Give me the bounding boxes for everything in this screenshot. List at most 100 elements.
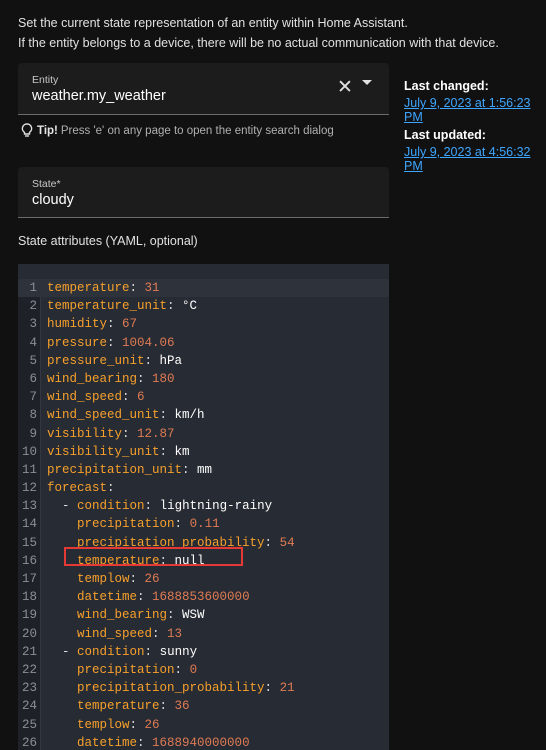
intro-text: Set the current state representation of …: [18, 13, 499, 53]
line-number: 20: [21, 626, 37, 641]
code-line[interactable]: 18 datetime: 1688853600000: [18, 588, 389, 606]
code-line[interactable]: 11 precipitation_unit: mm: [18, 461, 389, 479]
code-text: precipitation_unit: mm: [47, 462, 213, 477]
code-line[interactable]: 5 pressure_unit: hPa: [18, 352, 389, 370]
lightbulb-icon: [21, 123, 33, 137]
code-text: precipitation_probability: 21: [77, 681, 295, 696]
code-text: temperature_unit: °C: [47, 299, 198, 314]
line-number: 3: [29, 317, 37, 332]
code-text: - condition: lightning-rainy: [62, 499, 273, 514]
yaml-editor[interactable]: 1 temperature: 31 2 temperature_unit: °C 3 hu…: [18, 264, 389, 750]
code-text: precipitation: 0: [77, 662, 198, 677]
line-number: 17: [21, 572, 37, 586]
line-number: 16: [21, 553, 37, 568]
code-line[interactable]: 26 datetime: 1688940000000: [18, 734, 389, 750]
line-number: 1: [29, 281, 37, 295]
entity-label: Entity: [32, 74, 59, 86]
line-number: 2: [29, 299, 37, 314]
line-number: 26: [21, 735, 37, 750]
line-number: 13: [21, 499, 37, 514]
line-number: 12: [21, 481, 37, 496]
code-text: templow: 26: [77, 572, 160, 586]
attributes-label: State attributes (YAML, optional): [18, 234, 198, 248]
code-line[interactable]: 13 - condition: lightning-rainy: [18, 497, 389, 515]
line-number: 15: [21, 535, 37, 550]
code-text: precipitation: 0.11: [77, 517, 220, 532]
code-line[interactable]: 8 wind_speed_unit: km/h: [18, 406, 389, 424]
last-changed-label: Last changed:: [404, 79, 489, 93]
code-text: templow: 26: [77, 717, 160, 732]
last-changed-link[interactable]: July 9, 2023 at 1:56:23 PM: [404, 96, 546, 124]
line-number: 24: [21, 699, 37, 714]
code-text: temperature: 36: [77, 699, 190, 714]
code-line[interactable]: 24 temperature: 36: [18, 697, 389, 715]
code-line[interactable]: 23 precipitation_probability: 21: [18, 679, 389, 697]
line-number: 8: [29, 408, 37, 423]
code-line[interactable]: 22 precipitation: 0: [18, 661, 389, 679]
code-text: wind_speed: 13: [77, 626, 183, 641]
line-number: 18: [21, 590, 37, 605]
intro-line-2: If the entity belongs to a device, there…: [18, 36, 499, 50]
code-text: temperature: null: [77, 553, 205, 568]
line-number: 4: [29, 335, 37, 350]
line-number: 14: [21, 517, 37, 532]
code-line[interactable]: 9 visibility: 12.87: [18, 425, 389, 443]
code-line[interactable]: 16 temperature: null: [18, 552, 389, 570]
code-text: wind_bearing: 180: [47, 371, 175, 386]
code-text: datetime: 1688940000000: [77, 735, 250, 750]
line-number: 10: [21, 444, 37, 459]
line-number: 22: [21, 662, 37, 677]
line-number: 6: [29, 371, 37, 386]
code-line[interactable]: 25 templow: 26: [18, 716, 389, 734]
code-line[interactable]: 14 precipitation: 0.11: [18, 515, 389, 533]
code-line[interactable]: 12 forecast:: [18, 479, 389, 497]
code-line[interactable]: 6 wind_bearing: 180: [18, 370, 389, 388]
code-text: pressure: 1004.06: [47, 335, 175, 350]
state-value[interactable]: cloudy: [32, 192, 74, 208]
tip-text: Press 'e' on any page to open the entity…: [60, 124, 334, 137]
code-line[interactable]: 15 precipitation_probability: 54: [18, 534, 389, 552]
state-field[interactable]: State* cloudy: [18, 167, 389, 218]
code-text: precipitation_probability: 54: [77, 535, 295, 550]
code-text: temperature: 31: [47, 281, 160, 295]
last-updated-label: Last updated:: [404, 128, 486, 142]
code-lines[interactable]: 1 temperature: 31 2 temperature_unit: °C 3 hu…: [18, 279, 389, 750]
line-number: 23: [21, 681, 37, 696]
code-text: visibility_unit: km: [47, 444, 190, 459]
last-updated-link[interactable]: July 9, 2023 at 4:56:32 PM: [404, 145, 546, 173]
code-line[interactable]: 2 temperature_unit: °C: [18, 297, 389, 315]
code-line[interactable]: 10 visibility_unit: km: [18, 443, 389, 461]
line-number: 7: [29, 390, 37, 405]
code-text: visibility: 12.87: [47, 426, 175, 441]
code-text: - condition: sunny: [62, 644, 198, 659]
code-text: humidity: 67: [47, 317, 138, 332]
code-line[interactable]: 1 temperature: 31: [18, 279, 389, 298]
code-line[interactable]: 7 wind_speed: 6: [18, 388, 389, 406]
code-line[interactable]: 4 pressure: 1004.06: [18, 334, 389, 352]
state-label: State*: [32, 178, 61, 190]
last-changed: Last changed: July 9, 2023 at 1:56:23 PM: [404, 79, 546, 124]
code-text: pressure_unit: hPa: [47, 353, 183, 368]
code-line[interactable]: 21 - condition: sunny: [18, 643, 389, 661]
tip-label: Tip!: [37, 124, 58, 137]
line-number: 25: [21, 717, 37, 732]
intro-line-1: Set the current state representation of …: [18, 16, 408, 30]
clear-icon[interactable]: ✕: [337, 76, 353, 99]
line-number: 19: [21, 608, 37, 623]
line-number: 5: [29, 353, 37, 368]
code-line[interactable]: 19 wind_bearing: WSW: [18, 606, 389, 624]
tip-hint: Tip! Press 'e' on any page to open the e…: [21, 123, 334, 138]
code-line[interactable]: 20 wind_speed: 13: [18, 625, 389, 643]
line-number: 21: [21, 644, 37, 659]
code-text: wind_bearing: WSW: [77, 608, 205, 623]
entity-value[interactable]: weather.my_weather: [32, 88, 166, 104]
code-line[interactable]: 3 humidity: 67: [18, 315, 389, 333]
line-number: 9: [29, 426, 37, 441]
line-number: 11: [21, 462, 37, 477]
code-line[interactable]: 17 templow: 26: [18, 570, 389, 588]
dropdown-arrow-icon[interactable]: [362, 80, 372, 85]
code-text: wind_speed_unit: km/h: [47, 408, 205, 423]
last-updated: Last updated: July 9, 2023 at 4:56:32 PM: [404, 128, 546, 173]
code-text: wind_speed: 6: [47, 390, 145, 405]
entity-picker[interactable]: Entity weather.my_weather ✕: [18, 63, 389, 115]
